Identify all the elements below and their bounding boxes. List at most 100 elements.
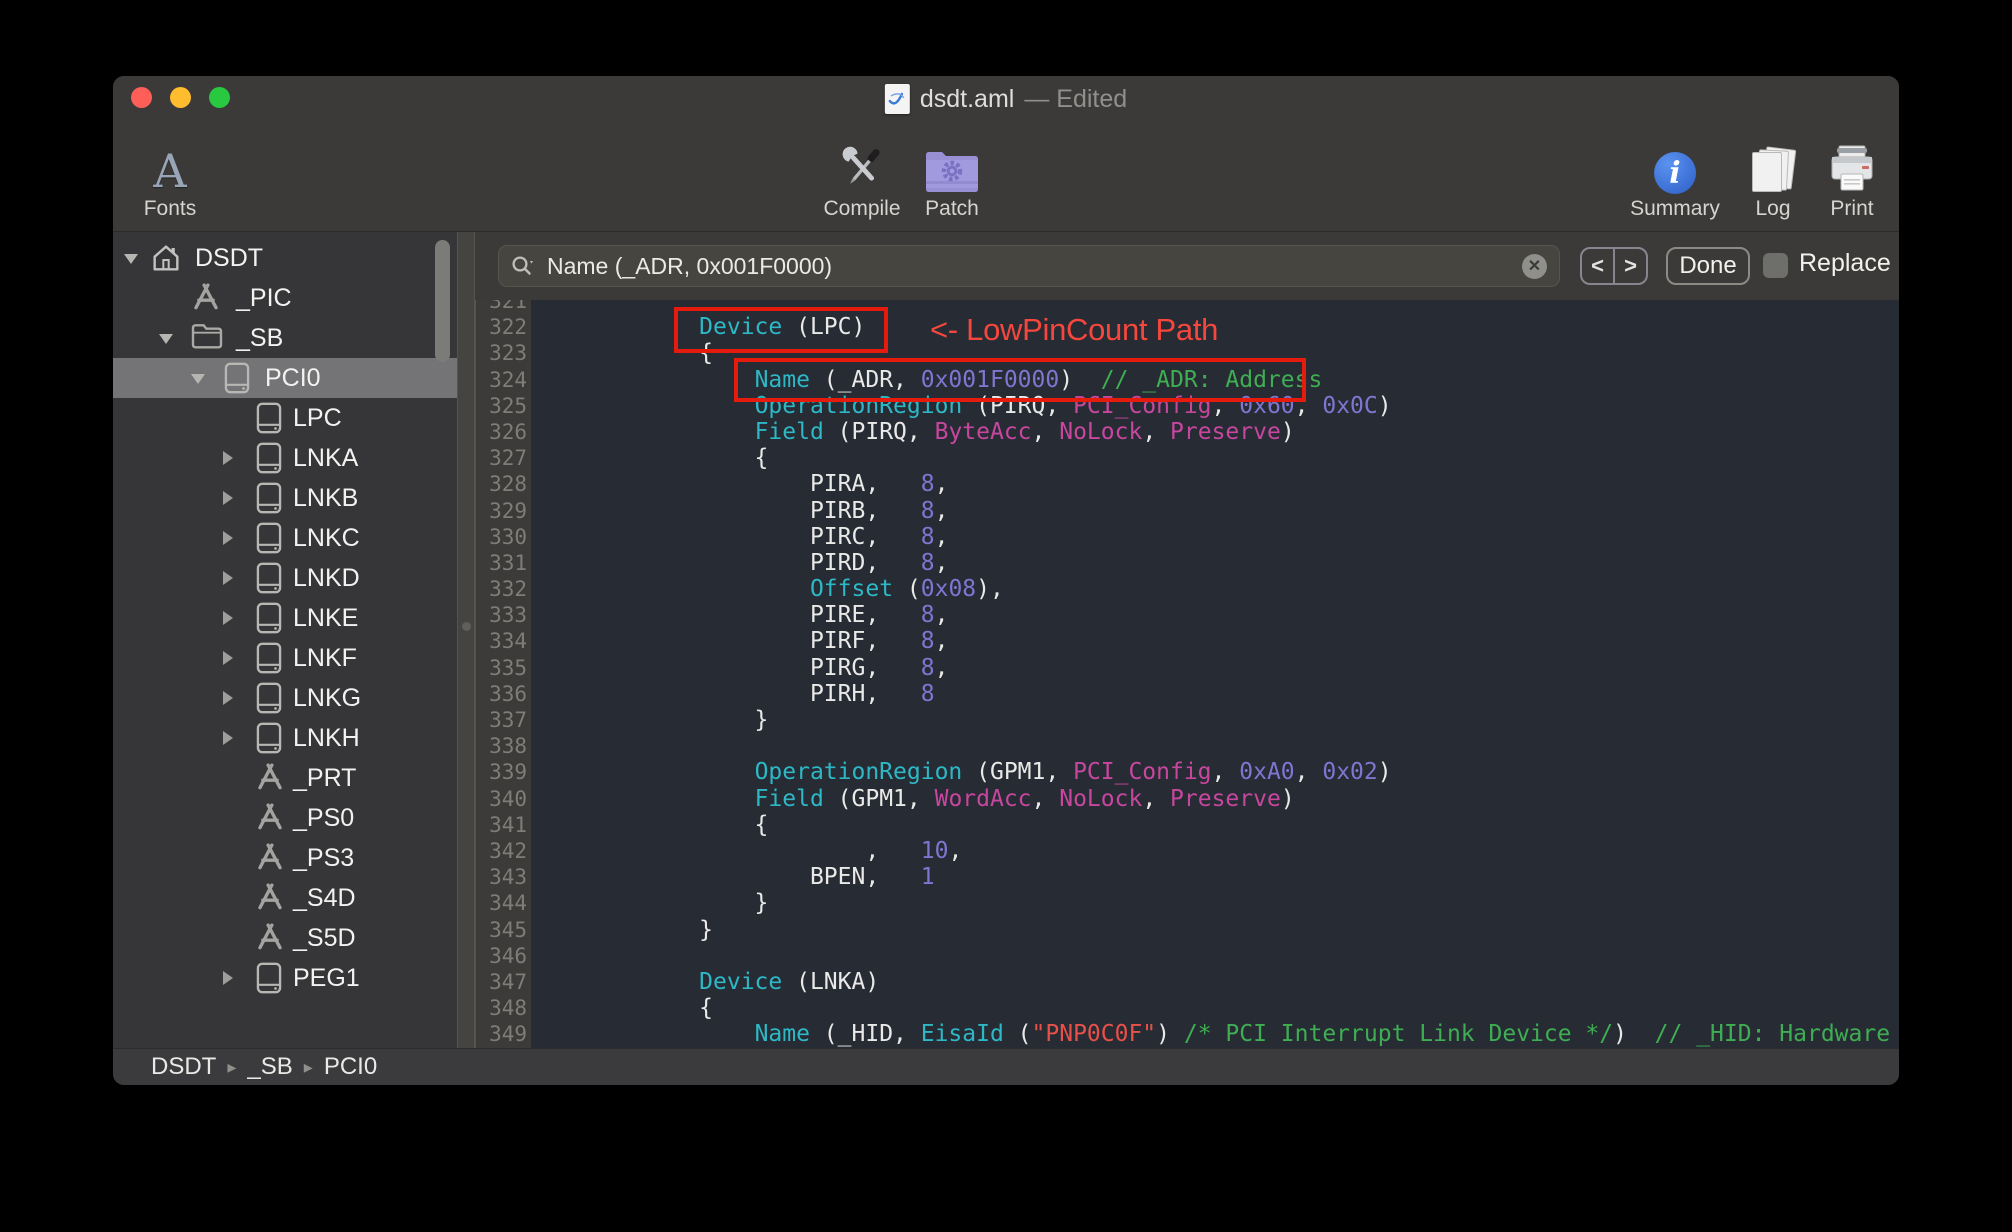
sidebar-item-label: LNKH — [293, 724, 360, 752]
sidebar-item-_sb[interactable]: _SB — [113, 318, 457, 358]
sidebar-item-lnka[interactable]: LNKA — [113, 438, 457, 478]
sidebar-item-dsdt[interactable]: DSDT — [113, 238, 457, 278]
breadcrumb-item[interactable]: DSDT — [151, 1053, 216, 1081]
zoom-button[interactable] — [209, 87, 230, 108]
chevron-right-icon[interactable] — [223, 451, 233, 465]
sidebar-item-label: _PIC — [236, 284, 292, 312]
sidebar-item-lnkd[interactable]: LNKD — [113, 558, 457, 598]
sidebar-item-lnkg[interactable]: LNKG — [113, 678, 457, 718]
sidebar-item-label: _SB — [236, 324, 284, 352]
sidebar-item-lnkf[interactable]: LNKF — [113, 638, 457, 678]
sidebar-item-label: LNKG — [293, 684, 362, 712]
sidebar-item-lnkh[interactable]: LNKH — [113, 718, 457, 758]
toolbar-button-summary[interactable]: i Summary — [1630, 142, 1720, 221]
line-number: 324 — [489, 367, 527, 392]
device-icon — [255, 522, 283, 554]
find-previous-button[interactable]: < — [1582, 249, 1615, 283]
minimize-button[interactable] — [170, 87, 191, 108]
sidebar-splitter[interactable] — [457, 232, 475, 1048]
patch-folder-icon — [924, 142, 980, 194]
code-line[interactable]: Field (PIRQ, ByteAcc, NoLock, Preserve) — [533, 419, 1899, 445]
line-number: 329 — [489, 498, 527, 523]
sidebar-item-peg1[interactable]: PEG1 — [113, 958, 457, 998]
code-line[interactable]: PIRG, 8, — [533, 655, 1899, 681]
chevron-right-icon[interactable] — [223, 491, 233, 505]
chevron-right-icon[interactable] — [223, 651, 233, 665]
code-editor[interactable]: 321 322 323 324 325 326 327 328 329 330 331 332 333 3… — [475, 300, 1899, 1048]
sidebar-item-_prt[interactable]: _PRT — [113, 758, 457, 798]
chevron-down-icon[interactable] — [124, 254, 138, 264]
code-line[interactable]: } — [533, 890, 1899, 916]
sidebar-item-lnkc[interactable]: LNKC — [113, 518, 457, 558]
sidebar-scrollbar-thumb[interactable] — [435, 240, 450, 362]
sidebar-item-lnkb[interactable]: LNKB — [113, 478, 457, 518]
code-line[interactable]: } — [533, 917, 1899, 943]
sidebar-item-_ps3[interactable]: _PS3 — [113, 838, 457, 878]
sidebar-item-_s4d[interactable]: _S4D — [113, 878, 457, 918]
code-line[interactable]: OperationRegion (GPM1, PCI_Config, 0xA0,… — [533, 759, 1899, 785]
sidebar-item-lnke[interactable]: LNKE — [113, 598, 457, 638]
search-input[interactable] — [545, 251, 1514, 281]
device-icon — [255, 442, 283, 474]
line-number: 331 — [489, 550, 527, 575]
toolbar-button-log[interactable]: Log — [1750, 142, 1797, 221]
code-line[interactable]: PIRB, 8, — [533, 498, 1899, 524]
toolbar-button-print[interactable]: Print — [1829, 142, 1875, 221]
method-icon — [255, 882, 285, 912]
code-line[interactable]: Field (GPM1, WordAcc, NoLock, Preserve) — [533, 786, 1899, 812]
sidebar-item-_pic[interactable]: _PIC — [113, 278, 457, 318]
chevron-right-icon[interactable] — [223, 971, 233, 985]
find-next-button[interactable]: > — [1615, 249, 1646, 283]
done-button[interactable]: Done — [1666, 247, 1750, 285]
chevron-right-icon[interactable] — [223, 531, 233, 545]
sidebar-item-_s5d[interactable]: _S5D — [113, 918, 457, 958]
code-line[interactable]: Offset (0x08), — [533, 576, 1899, 602]
code-line[interactable]: , 10, — [533, 838, 1899, 864]
code-line[interactable]: BPEN, 1 — [533, 864, 1899, 890]
chevron-down-icon[interactable] — [191, 374, 205, 384]
code-line[interactable] — [533, 733, 1899, 759]
code-line[interactable]: { — [533, 445, 1899, 471]
search-field[interactable]: ✕ — [498, 245, 1560, 287]
sidebar-item-label: LNKC — [293, 524, 360, 552]
sidebar-item-pci0[interactable]: PCI0 — [113, 358, 457, 398]
chevron-right-icon[interactable] — [223, 731, 233, 745]
code-line[interactable]: Device (LNKA) — [533, 969, 1899, 995]
chevron-right-icon[interactable] — [223, 611, 233, 625]
code-line[interactable]: PIRF, 8, — [533, 628, 1899, 654]
breadcrumb-item[interactable]: _SB — [247, 1053, 292, 1081]
line-number: 332 — [489, 577, 527, 602]
code-line[interactable]: PIRA, 8, — [533, 471, 1899, 497]
method-icon — [191, 282, 221, 312]
sidebar-item-_ps0[interactable]: _PS0 — [113, 798, 457, 838]
device-icon — [255, 602, 283, 634]
code-line[interactable]: { — [533, 812, 1899, 838]
sidebar-item-label: _PS3 — [293, 844, 355, 872]
chevron-right-icon[interactable] — [223, 691, 233, 705]
code-line[interactable]: { — [533, 995, 1899, 1021]
code-line[interactable]: PIRH, 8 — [533, 681, 1899, 707]
sidebar-item-label: _S4D — [293, 884, 356, 912]
close-button[interactable] — [131, 87, 152, 108]
code-line[interactable]: } — [533, 707, 1899, 733]
clear-search-icon[interactable]: ✕ — [1522, 253, 1547, 279]
chevron-right-icon[interactable] — [223, 571, 233, 585]
line-number: 337 — [489, 708, 527, 732]
line-number: 343 — [489, 865, 527, 890]
code-line[interactable]: PIRD, 8, — [533, 550, 1899, 576]
chevron-down-icon[interactable] — [159, 334, 173, 344]
code-line[interactable] — [533, 943, 1899, 969]
replace-checkbox[interactable] — [1763, 253, 1788, 278]
toolbar-button-fonts[interactable]: A Fonts — [144, 142, 197, 221]
toolbar-button-patch[interactable]: Patch — [924, 142, 980, 221]
breadcrumb-item[interactable]: PCI0 — [324, 1053, 377, 1081]
method-icon — [255, 762, 285, 792]
code-line[interactable]: PIRE, 8, — [533, 602, 1899, 628]
sidebar-item-lpc[interactable]: LPC — [113, 398, 457, 438]
toolbar-button-compile[interactable]: Compile — [823, 142, 901, 221]
line-number: 349 — [489, 1022, 527, 1047]
code-line[interactable]: Name (_HID, EisaId ("PNP0C0F") /* PCI In… — [533, 1021, 1899, 1047]
dsdt-tree-sidebar: DSDT _PIC _SB PCI0 LPC LNKA LNKB LNKC LNKD LNKE LN… — [113, 232, 457, 1048]
code-line[interactable]: PIRC, 8, — [533, 524, 1899, 550]
editor-pane: ✕ < > Done Replace 321 322323324325326327… — [475, 232, 1899, 1048]
